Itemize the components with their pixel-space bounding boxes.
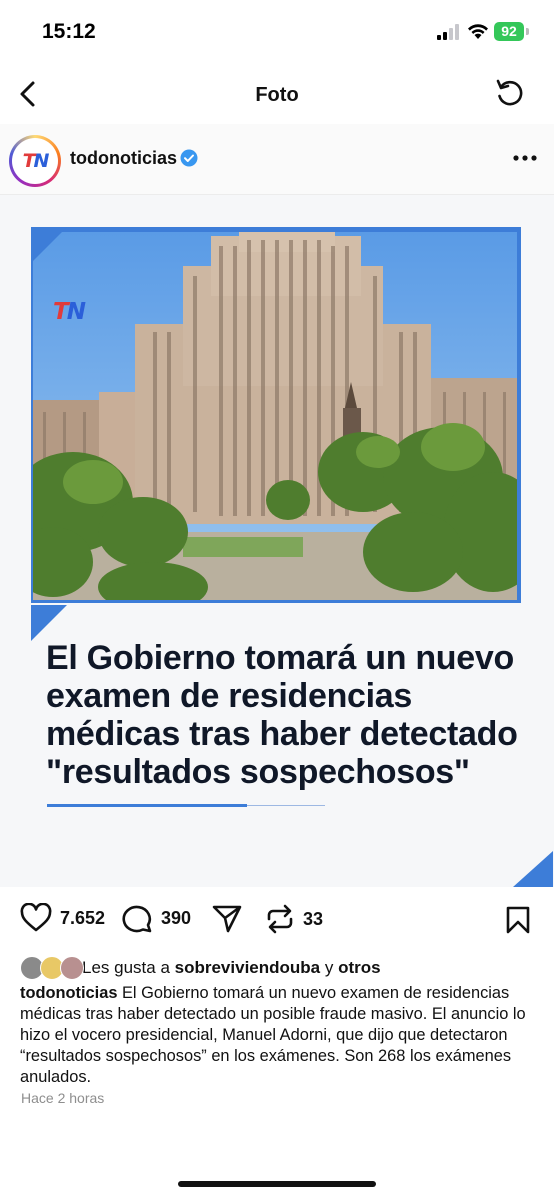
tn-logo: TN [53, 299, 86, 325]
share-action[interactable] [211, 903, 243, 933]
tn-logo-text: TN [53, 299, 86, 325]
avatar-logo: TN [22, 150, 50, 172]
bookmark-icon[interactable] [505, 905, 531, 935]
refresh-icon[interactable] [494, 78, 526, 110]
post-headline: El Gobierno tomará un nuevo examen de re… [46, 639, 518, 791]
reposts-count[interactable]: 33 [303, 909, 323, 930]
post-image[interactable]: TN El Gobierno tomará un nuevo examen de… [0, 195, 554, 887]
corner-accent-bottom-left [31, 605, 67, 641]
battery-indicator: 92 [494, 22, 524, 41]
comment-action[interactable]: 390 [121, 903, 191, 933]
more-options-icon[interactable] [512, 154, 538, 162]
liked-by-prefix: Les gusta a [82, 958, 170, 977]
wifi-icon [468, 24, 488, 39]
cellular-signal-icon [437, 24, 459, 40]
avatar-inner: TN [12, 138, 58, 184]
repost-action[interactable]: 33 [265, 903, 323, 935]
home-indicator[interactable] [178, 1181, 376, 1187]
share-icon[interactable] [211, 903, 243, 933]
photo-frame [31, 227, 521, 603]
battery-tip [526, 28, 529, 35]
building-illustration [33, 232, 517, 600]
caption-username[interactable]: todonoticias [20, 984, 117, 1002]
liked-by-connector: y [324, 958, 334, 977]
avatar[interactable]: TN [9, 135, 61, 187]
page-title: Foto [255, 84, 299, 106]
account-username[interactable]: todonoticias [70, 148, 177, 169]
post-timestamp: Hace 2 horas [21, 1090, 105, 1106]
comment-icon[interactable] [121, 903, 153, 933]
status-time: 15:12 [42, 20, 96, 43]
status-bar: 15:12 92 [0, 0, 554, 66]
liked-by-others[interactable]: otros [338, 958, 381, 978]
post-actions: 7.652 390 33 [0, 887, 554, 951]
nav-bar: Foto [0, 66, 554, 125]
post-header: TN todonoticias [0, 124, 554, 195]
like-action[interactable]: 7.652 [20, 903, 105, 933]
building-photo [33, 232, 517, 600]
liker-avatar [60, 956, 84, 980]
comments-count[interactable]: 390 [161, 908, 191, 929]
liked-by-row[interactable]: Les gusta a sobreviviendouba y otros [20, 955, 540, 981]
repost-icon[interactable] [265, 903, 295, 935]
post-caption: todonoticias El Gobierno tomará un nuevo… [20, 983, 532, 1088]
headline-underline-light [247, 805, 325, 806]
corner-accent-top-left [31, 227, 67, 263]
corner-accent-bottom-right [513, 851, 553, 887]
headline-underline [47, 804, 247, 807]
heart-icon[interactable] [20, 903, 52, 933]
liked-by-user[interactable]: sobreviviendouba [175, 958, 320, 978]
likes-count[interactable]: 7.652 [60, 908, 105, 929]
liker-avatars [20, 956, 84, 980]
verified-badge-icon [180, 149, 198, 167]
